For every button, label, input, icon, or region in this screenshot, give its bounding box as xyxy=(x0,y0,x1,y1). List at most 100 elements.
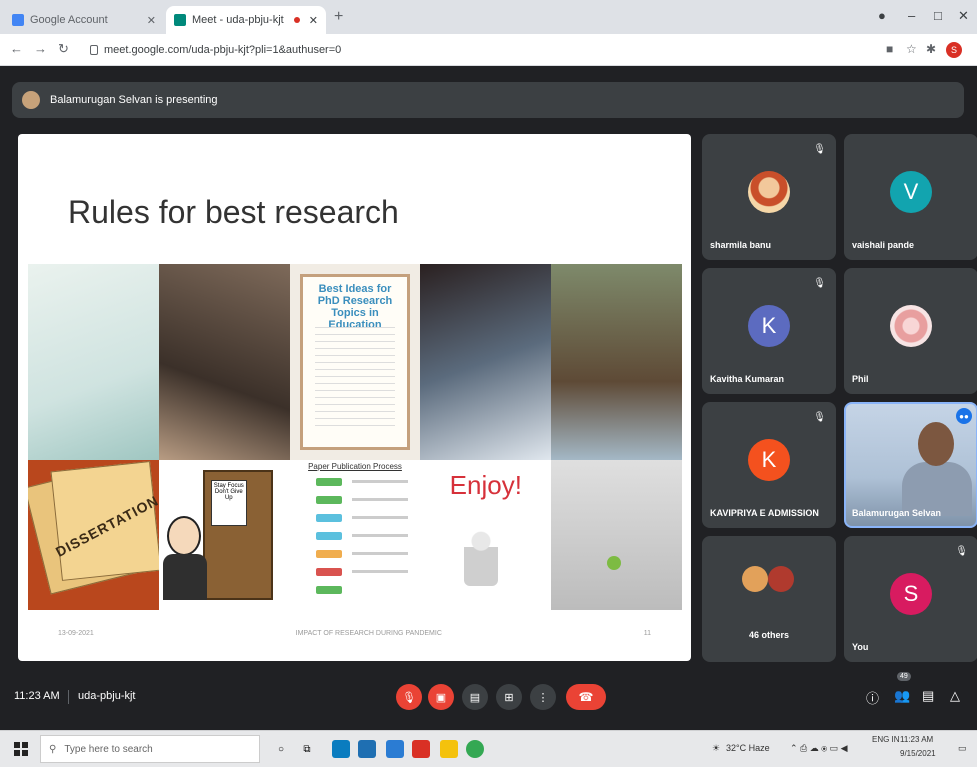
url-text: meet.google.com/uda-pbju-kjt?pli=1&authu… xyxy=(104,44,342,56)
file-explorer-icon[interactable] xyxy=(440,740,458,758)
participant-tile[interactable]: 🎙 K KAVIPRIYA E ADMISSION xyxy=(702,402,836,528)
word-icon[interactable] xyxy=(386,740,404,758)
image-dissertation: DISSERTATION xyxy=(28,460,159,610)
store-icon[interactable] xyxy=(358,740,376,758)
speaking-indicator-icon: ●● xyxy=(956,408,972,424)
image-enjoy: Enjoy! xyxy=(420,460,552,610)
process-text xyxy=(351,570,408,573)
footer-title: IMPACT OF RESEARCH DURING PANDEMIC xyxy=(295,630,442,637)
profile-avatar[interactable]: S xyxy=(946,42,962,58)
participant-tile[interactable]: Phil xyxy=(844,268,977,394)
input-language[interactable]: ENG IN xyxy=(872,735,900,744)
participant-name: Balamurugan Selvan xyxy=(852,508,942,518)
participant-tile[interactable]: V vaishali pande xyxy=(844,134,977,260)
process-step xyxy=(315,478,342,486)
minimize-icon[interactable]: – xyxy=(908,8,915,23)
presenter-head xyxy=(918,422,954,466)
task-view-icon[interactable]: ⧉ xyxy=(298,740,316,758)
tray-icons[interactable]: ⌃ ⎙ ☁ ⦿ ▭ ◀ xyxy=(790,743,848,754)
google-favicon-icon xyxy=(12,14,24,26)
process-step xyxy=(315,532,342,540)
image-researchers xyxy=(420,264,552,460)
cartoon-sign: Stay Focus Don't Give Up xyxy=(210,480,247,526)
slide-title: Rules for best research xyxy=(68,194,399,230)
present-button[interactable]: ⊞ xyxy=(496,684,522,710)
participant-name: Phil xyxy=(852,374,869,384)
meeting-code: uda-pbju-kjt xyxy=(78,690,136,702)
activities-icon[interactable]: △ xyxy=(950,688,960,704)
chat-icon[interactable]: ▤ xyxy=(922,688,934,704)
close-window-icon[interactable]: ✕ xyxy=(958,8,969,24)
mic-toggle-button[interactable]: 🎙 xyxy=(396,684,422,710)
taskbar-search[interactable]: ⚲ Type here to search xyxy=(40,735,260,763)
profile-dot-icon[interactable]: ● xyxy=(878,8,886,23)
chrome-icon[interactable] xyxy=(466,740,484,758)
mic-off-icon: 🎙 xyxy=(955,546,968,557)
presenter-avatar xyxy=(22,91,40,109)
notifications-icon[interactable]: ▭ xyxy=(958,743,967,754)
participant-initial: S xyxy=(890,572,932,615)
reload-icon[interactable]: ↻ xyxy=(58,41,69,57)
clock-date[interactable]: 9/15/2021 xyxy=(900,749,936,758)
tab-title: Meet - uda-pbju-kjt xyxy=(192,14,284,26)
more-vert-icon: ⋮ xyxy=(537,691,549,704)
leave-call-button[interactable]: ☎ xyxy=(566,684,606,710)
others-avatar xyxy=(742,566,768,592)
participant-name: KAVIPRIYA E ADMISSION xyxy=(710,508,819,518)
cartoon-face xyxy=(166,516,201,556)
slide-image-grid: Best Ideas for PhD Research Topics in Ed… xyxy=(28,264,682,610)
camera-indicator-icon[interactable]: ■ xyxy=(886,42,893,56)
captions-button[interactable]: ▤ xyxy=(462,684,488,710)
tab-meet[interactable]: Meet - uda-pbju-kjt ✕ xyxy=(166,6,326,34)
clock-time[interactable]: 11:23 AM xyxy=(900,735,933,744)
close-tab-icon[interactable]: ✕ xyxy=(147,14,156,27)
cartoon-body xyxy=(162,554,207,600)
participant-tile[interactable]: 🎙 sharmila banu xyxy=(702,134,836,260)
recording-dot-icon xyxy=(293,17,300,23)
maximize-icon[interactable]: □ xyxy=(934,8,942,23)
more-options-button[interactable]: ⋮ xyxy=(530,684,556,710)
bookmark-star-icon[interactable]: ☆ xyxy=(906,42,917,56)
participant-initial: K xyxy=(748,438,790,481)
tab-title: Google Account xyxy=(30,14,108,26)
meeting-time: 11:23 AM xyxy=(14,690,60,702)
mcafee-icon[interactable] xyxy=(412,740,430,758)
participant-tile-presenter[interactable]: ●● Balamurugan Selvan xyxy=(844,402,977,528)
presentation-slide: Rules for best research Best Ideas for P… xyxy=(18,134,691,661)
camera-off-icon: ▣ xyxy=(435,691,447,704)
process-text xyxy=(351,552,408,555)
image-phd-topics-poster: Best Ideas for PhD Research Topics in Ed… xyxy=(289,264,421,460)
slide-footer: 13-09-2021 IMPACT OF RESEARCH DURING PAN… xyxy=(58,630,651,637)
info-icon[interactable]: ⓘ xyxy=(866,688,879,707)
process-title: Paper Publication Process xyxy=(308,462,402,471)
close-tab-icon[interactable]: ✕ xyxy=(309,14,318,27)
meet-favicon-icon xyxy=(174,14,186,26)
participant-tile[interactable]: 🎙 K Kavitha Kumaran xyxy=(702,268,836,394)
divider xyxy=(68,690,69,704)
participant-tile-self[interactable]: 🎙 S You xyxy=(844,536,977,662)
weather-text[interactable]: 32°C Haze xyxy=(726,743,770,753)
back-icon[interactable]: ← xyxy=(10,41,23,56)
process-step xyxy=(315,586,342,594)
url-field[interactable]: meet.google.com/uda-pbju-kjt?pli=1&authu… xyxy=(82,39,862,61)
participant-name: vaishali pande xyxy=(852,240,915,250)
tab-google-account[interactable]: Google Account ✕ xyxy=(4,6,164,34)
people-icon[interactable]: 👥 xyxy=(894,688,910,704)
poster-card: Best Ideas for PhD Research Topics in Ed… xyxy=(299,274,411,450)
windows-start-icon[interactable] xyxy=(14,742,28,756)
camera-toggle-button[interactable]: ▣ xyxy=(428,684,454,710)
mic-off-icon: 🎙 xyxy=(813,144,826,155)
participant-photo xyxy=(890,304,932,347)
presenting-text: Balamurugan Selvan is presenting xyxy=(50,94,218,106)
mic-off-icon: 🎙 xyxy=(813,412,826,423)
edge-icon[interactable] xyxy=(332,740,350,758)
extensions-icon[interactable]: ✱ xyxy=(926,42,936,56)
image-scientists xyxy=(28,264,159,460)
others-tile[interactable]: 46 others xyxy=(702,536,836,662)
lock-icon xyxy=(90,45,98,55)
forward-icon[interactable]: → xyxy=(34,41,47,56)
search-placeholder: Type here to search xyxy=(64,743,153,755)
cortana-icon[interactable]: ○ xyxy=(272,740,290,758)
poster-text-lines xyxy=(314,327,396,427)
new-tab-icon[interactable]: + xyxy=(334,8,343,26)
